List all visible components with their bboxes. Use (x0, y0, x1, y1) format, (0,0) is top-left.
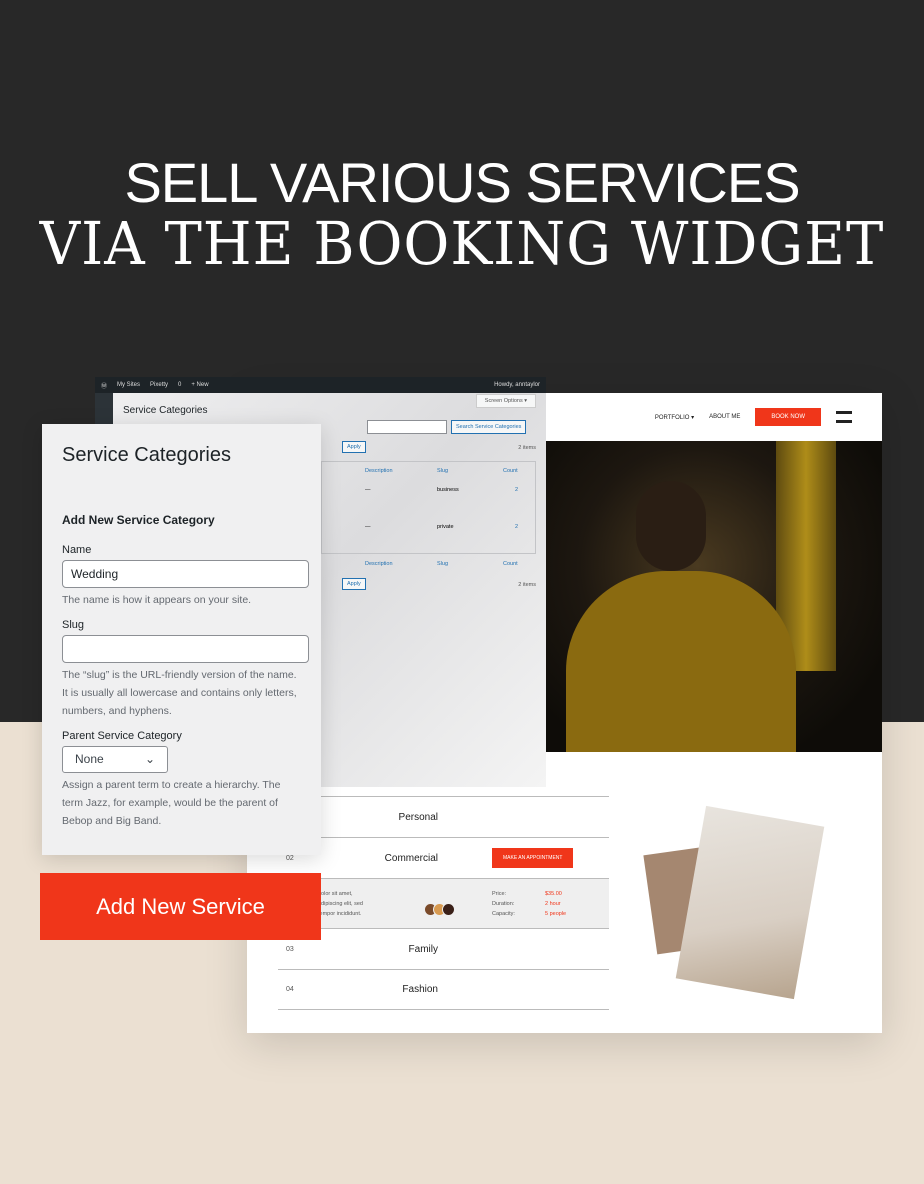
site-link[interactable]: Pixetty (150, 382, 168, 388)
name-help: The name is how it appears on your site. (62, 594, 252, 606)
service-row[interactable]: 02 Commercial MAKE AN APPOINTMENT (278, 837, 609, 878)
comments-count[interactable]: 0 (178, 382, 181, 388)
make-appointment-button[interactable]: MAKE AN APPOINTMENT (492, 848, 574, 868)
service-row[interactable]: 03 Family (278, 928, 609, 969)
form-title: Service Categories (62, 444, 231, 466)
nav-portfolio[interactable]: PORTFOLIO ▾ (655, 414, 694, 421)
new-link[interactable]: + New (191, 382, 208, 388)
parent-select[interactable]: None ⌄ (62, 746, 168, 773)
chevron-down-icon: ⌄ (144, 752, 155, 766)
service-row[interactable]: 04 Fashion (278, 969, 609, 1010)
slug-input[interactable] (62, 635, 309, 663)
service-row[interactable]: Personal (278, 796, 609, 837)
menu-icon[interactable] (836, 411, 852, 423)
categories-table: Description Slug Count — business 2 — private… (321, 461, 536, 567)
coffee-photo-collage (643, 805, 825, 1000)
screen-options-button[interactable]: Screen Options ▾ (475, 394, 536, 408)
howdy-user[interactable]: Howdy, anntaylor (494, 382, 540, 388)
search-input[interactable] (367, 420, 447, 434)
form-subtitle: Add New Service Category (62, 513, 215, 527)
staff-avatars (424, 903, 455, 916)
wp-page-title: Service Categories (123, 405, 208, 416)
add-category-form: Service Categories Add New Service Categ… (42, 424, 321, 855)
site-nav: PORTFOLIO ▾ ABOUT ME BOOK NOW (642, 393, 882, 441)
items-count-bottom: 2 items (518, 582, 536, 588)
slug-label: Slug (62, 619, 85, 631)
parent-help: Assign a parent term to create a hierarc… (62, 779, 281, 827)
search-button[interactable]: Search Service Categories (451, 420, 527, 434)
book-now-button[interactable]: BOOK NOW (755, 408, 821, 426)
nav-about[interactable]: ABOUT ME (709, 414, 740, 420)
name-input[interactable]: Wedding (62, 560, 309, 588)
name-label: Name (62, 544, 92, 556)
wp-admin-bar: Ⓦ My Sites Pixetty 0 + New Howdy, anntay… (95, 377, 546, 393)
slug-help: The “slug” is the URL-friendly version o… (62, 669, 297, 717)
services-list: Personal 02 Commercial MAKE AN APPOINTMENT… (278, 796, 609, 1010)
apply-button[interactable]: Apply (342, 441, 366, 453)
hero-photo (546, 441, 882, 752)
parent-label: Parent Service Category (62, 730, 182, 742)
service-details: dolor sit amet, adipiscing elit, sed tempo… (278, 878, 609, 928)
wordpress-icon[interactable]: Ⓦ (101, 381, 107, 390)
my-sites-link[interactable]: My Sites (117, 382, 140, 388)
headline-line2: VIA THE BOOKING WIDGET (39, 210, 885, 279)
headline-line1: SELL VARIOUS SERVICES (124, 151, 800, 214)
apply-button-bottom[interactable]: Apply (342, 578, 366, 590)
items-count: 2 items (518, 445, 536, 451)
add-new-service-button[interactable]: Add New Service (40, 873, 321, 940)
